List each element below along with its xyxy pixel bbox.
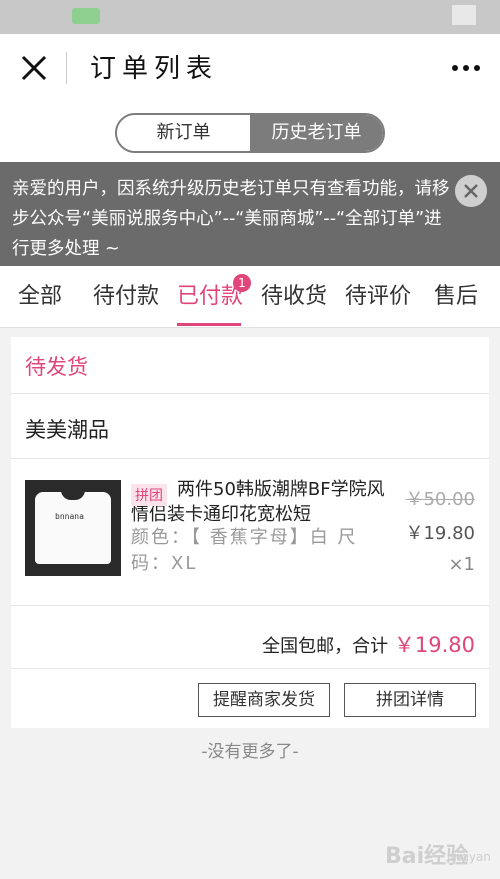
product-image[interactable]: bnnana xyxy=(25,480,121,576)
tab-pending-payment[interactable]: 待付款 xyxy=(93,278,159,310)
segment-new-orders[interactable]: 新订单 xyxy=(117,115,250,151)
watermark-sub: jingyan xyxy=(447,850,491,864)
shop-name[interactable]: 美美潮品 xyxy=(25,414,109,444)
no-more-text: -没有更多了- xyxy=(201,742,299,762)
quantity: ×1 xyxy=(448,554,475,575)
order-total-amount: ￥19.80 xyxy=(393,633,475,657)
notice-text: 亲爱的用户，因系统升级历史老订单只有查看功能，请移步公众号“美丽说服务中心”--… xyxy=(12,179,450,259)
status-indicator xyxy=(452,5,476,25)
product-spec: 颜色：【 香蕉字母】白 尺码：XL xyxy=(131,527,358,574)
original-price: ￥50.00 xyxy=(405,489,475,510)
navbar-divider xyxy=(66,52,67,84)
remind-shipping-button[interactable]: 提醒商家发货 xyxy=(198,683,330,717)
close-circle-icon[interactable] xyxy=(455,175,487,207)
tab-all[interactable]: 全部 xyxy=(18,278,62,310)
divider xyxy=(11,668,489,669)
order-type-switch-bar: 新订单 历史老订单 xyxy=(0,102,500,162)
divider xyxy=(11,458,489,459)
unit-price: ￥19.80 xyxy=(405,523,475,544)
status-bar xyxy=(0,0,500,34)
product-title[interactable]: 两件50韩版潮牌BF学院风情侣装卡通印花宽松短 xyxy=(131,477,393,527)
tab-pending-review[interactable]: 待评价 xyxy=(345,278,411,310)
paid-count-badge: 1 xyxy=(233,274,251,292)
status-icon xyxy=(72,8,100,24)
tab-pending-receipt[interactable]: 待收货 xyxy=(261,278,327,310)
shipping-total-label: 全国包邮，合计 xyxy=(262,636,389,657)
order-type-segmented-control: 新订单 历史老订单 xyxy=(115,113,385,153)
segment-history-orders[interactable]: 历史老订单 xyxy=(250,115,383,151)
notice-banner: 亲爱的用户，因系统升级历史老订单只有查看功能，请移步公众号“美丽说服务中心”--… xyxy=(0,162,500,266)
active-tab-indicator xyxy=(177,323,241,326)
divider xyxy=(11,393,489,394)
order-status: 待发货 xyxy=(25,355,88,379)
order-status-tabs: 全部 待付款 已付款 待收货 待评价 售后 xyxy=(0,266,500,328)
shirt-print-text: bnnana xyxy=(55,512,84,521)
tshirt-image xyxy=(35,490,111,564)
page-title: 订单列表 xyxy=(90,54,219,84)
more-dots-icon[interactable] xyxy=(450,58,482,78)
order-card: 待发货 美美潮品 bnnana 两件50韩版潮牌BF学院风情侣装卡通印花宽松短 … xyxy=(11,337,489,728)
navbar: 订单列表 xyxy=(0,34,500,102)
close-icon[interactable] xyxy=(18,52,50,84)
group-buy-detail-button[interactable]: 拼团详情 xyxy=(344,683,476,717)
divider xyxy=(11,605,489,606)
order-total-row: 全国包邮，合计 ￥19.80 xyxy=(262,629,475,659)
tab-after-sales[interactable]: 售后 xyxy=(434,278,478,310)
group-buy-tag: 拼团 xyxy=(131,484,167,506)
